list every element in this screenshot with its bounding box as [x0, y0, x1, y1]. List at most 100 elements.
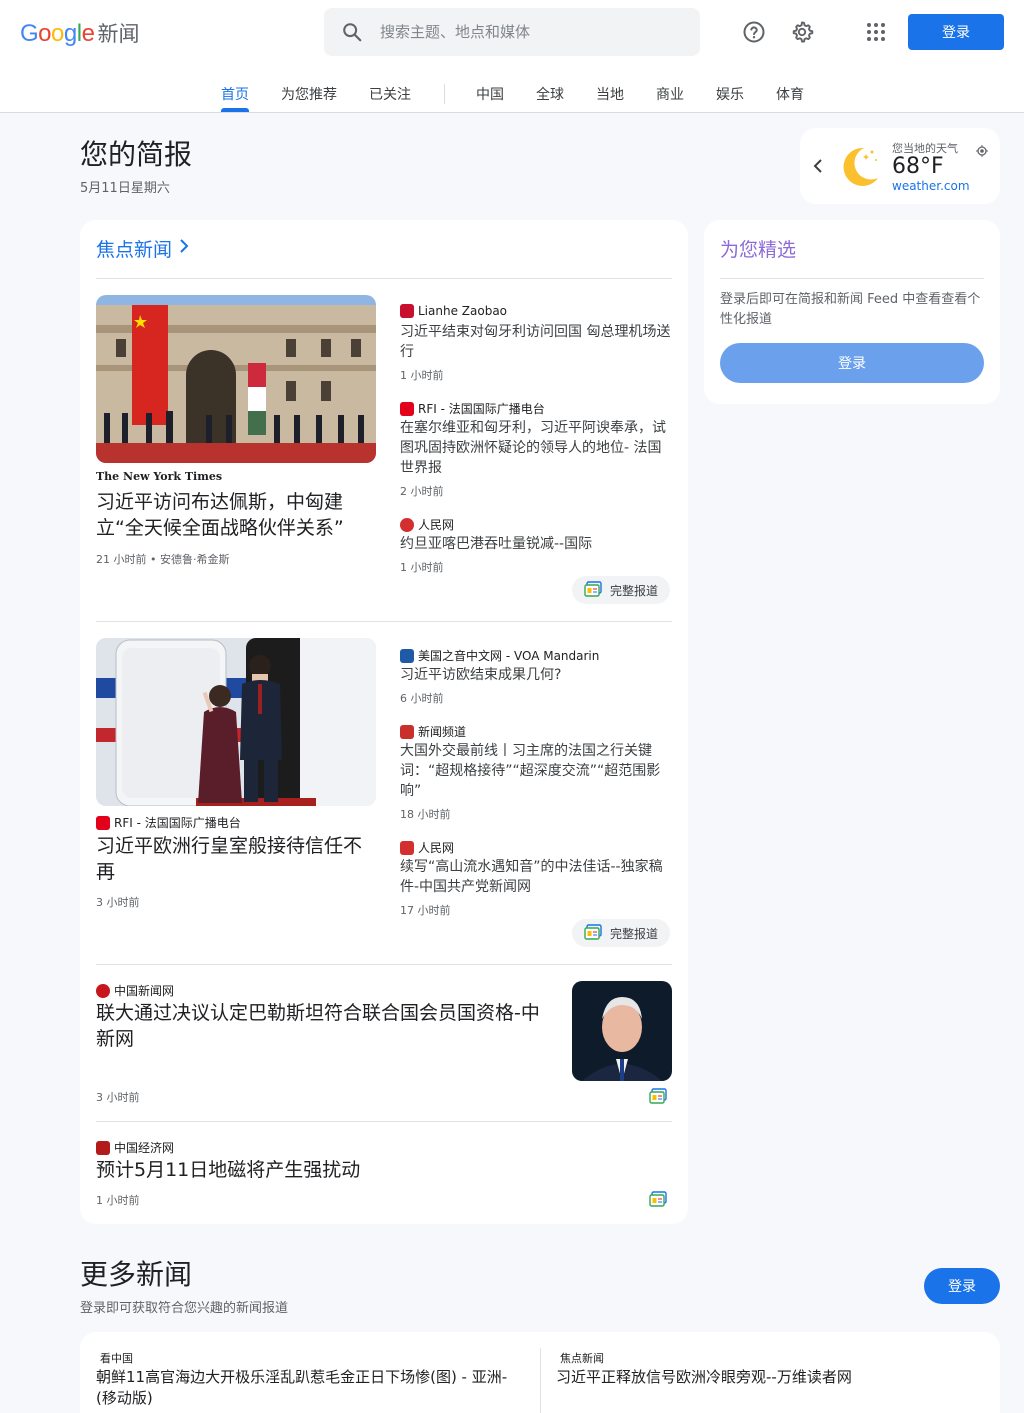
story1-related-2[interactable]: 在塞尔维亚和匈牙利，习近平阿谀奉承，试图巩固持欧洲怀疑论的领导人的地位- 法国世… — [400, 418, 672, 478]
story-image-portrait[interactable] — [572, 981, 672, 1081]
full-coverage-button-1[interactable]: 完整报道 — [572, 576, 671, 604]
tab-sports[interactable]: 体育 — [776, 84, 804, 104]
publisher-ce-cn[interactable]: 中国经济网 — [96, 1139, 174, 1156]
tab-for-you[interactable]: 为您推荐 — [281, 84, 337, 104]
full-coverage-icon[interactable] — [649, 1088, 667, 1108]
headline-story1[interactable]: 习近平访问布达佩斯，中匈建立“全天候全面战略伙伴关系” — [96, 489, 380, 541]
picks-description: 登录后即可在简报和新闻 Feed 中查看查看个性化报道 — [720, 292, 981, 327]
full-coverage-button-2[interactable]: 完整报道 — [572, 919, 671, 947]
headline-story4[interactable]: 预计5月11日地磁将产生强扰动 — [96, 1157, 556, 1183]
peoples-daily-logo-icon — [400, 517, 414, 532]
column-divider — [540, 1348, 541, 1413]
help-icon[interactable] — [738, 16, 770, 48]
publisher-rfi-2[interactable]: RFI - 法国国际广播电台 — [96, 814, 241, 831]
divider — [96, 1121, 672, 1122]
story4-time: 1 小时前 — [96, 1194, 140, 1207]
story-image-budapest[interactable] — [96, 295, 376, 463]
weather-widget[interactable]: 您当地的天气 68°F weather.com — [800, 128, 1000, 204]
active-tab-indicator — [221, 108, 249, 112]
publisher-voa[interactable]: 美国之音中文网 - VOA Mandarin — [400, 647, 599, 664]
tab-divider — [444, 84, 445, 104]
story1-related-3[interactable]: 约旦亚喀巴港吞吐量锐减--国际 — [400, 534, 672, 554]
briefing-date: 5月11日星期六 — [80, 181, 170, 196]
settings-gear-icon[interactable] — [786, 16, 818, 48]
publisher-rfi[interactable]: RFI - 法国国际广播电台 — [400, 400, 545, 417]
tab-following[interactable]: 已关注 — [369, 84, 411, 104]
tab-home[interactable]: 首页 — [221, 84, 249, 104]
cpc-news-logo-icon — [400, 840, 414, 855]
story1-related-1[interactable]: 习近平结束对匈牙利访问回国 匈总理机场送行 — [400, 322, 672, 362]
divider — [96, 964, 672, 965]
story1-time: 21 小时前 • 安德鲁·希金斯 — [96, 553, 230, 566]
chinanews-logo-icon — [96, 983, 110, 998]
search-box[interactable] — [324, 8, 700, 56]
chevron-right-icon — [178, 237, 190, 260]
google-wordmark: Google — [20, 20, 95, 47]
story1-related-3-time: 1 小时前 — [400, 561, 444, 574]
story2-related-1[interactable]: 习近平访欧结束成果几何? — [400, 665, 672, 685]
picks-sign-in-button[interactable]: 登录 — [720, 343, 984, 383]
more-news-headline-2[interactable]: 习近平正释放信号欧洲冷眼旁观--万维读者网 — [556, 1367, 976, 1388]
more-news-subtitle: 登录即可获取符合您兴趣的新闻报道 — [80, 1301, 289, 1316]
lianhe-zaobao-logo-icon — [400, 304, 414, 318]
publisher-news-channel[interactable]: 新闻频道 — [400, 723, 466, 740]
rfi-logo-icon — [96, 815, 110, 830]
more-news-tag-1: 看中国 — [100, 1352, 133, 1365]
location-icon[interactable] — [976, 142, 988, 161]
voa-logo-icon — [400, 648, 414, 663]
full-coverage-icon — [584, 580, 602, 600]
chevron-left-icon[interactable] — [812, 156, 824, 180]
top-stories-heading[interactable]: 焦点新闻 — [96, 235, 190, 262]
tab-world[interactable]: 全球 — [536, 84, 564, 104]
story1-related-2-time: 2 小时前 — [400, 485, 444, 498]
search-input[interactable] — [380, 23, 660, 41]
moon-weather-icon — [836, 142, 884, 194]
tab-business[interactable]: 商业 — [656, 84, 684, 104]
headline-story3[interactable]: 联大通过决议认定巴勒斯坦符合联合国会员国资格-中新网 — [96, 1000, 556, 1052]
story-image-airplane[interactable] — [96, 638, 376, 806]
divider — [96, 621, 672, 622]
top-app-bar: Google 新闻 登录 首页 为您推荐 已关注 中国 全球 当地 商业 娱乐 … — [0, 0, 1024, 113]
more-news-card: 看中国 朝鲜11高官海边大开极乐淫乱趴惹毛金正日下场惨(图) - 亚洲- (移动… — [80, 1332, 1000, 1413]
story2-related-3-time: 17 小时前 — [400, 904, 451, 917]
rfi-logo-icon — [400, 401, 414, 416]
more-news-title: 更多新闻 — [80, 1258, 193, 1291]
picks-title: 为您精选 — [720, 239, 797, 261]
publisher-nyt[interactable]: The New York Times — [96, 470, 222, 483]
publisher-chinanews[interactable]: 中国新闻网 — [96, 982, 174, 999]
story1-related-1-time: 1 小时前 — [400, 369, 444, 382]
tab-entertainment[interactable]: 娱乐 — [716, 84, 744, 104]
news-wordmark: 新闻 — [97, 22, 140, 46]
weather-temperature: 68°F — [892, 154, 944, 179]
story2-time: 3 小时前 — [96, 896, 140, 909]
more-news-headline-1[interactable]: 朝鲜11高官海边大开极乐淫乱趴惹毛金正日下场惨(图) - 亚洲- (移动版) — [96, 1367, 516, 1409]
news-channel-logo-icon — [400, 724, 414, 739]
publisher-peoples-daily[interactable]: 人民网 — [400, 516, 454, 533]
tab-china[interactable]: 中国 — [476, 84, 504, 104]
google-news-logo[interactable]: Google 新闻 — [20, 18, 139, 48]
divider — [720, 278, 984, 279]
story3-time: 3 小时前 — [96, 1091, 140, 1104]
publisher-peoples-daily-2[interactable]: 人民网 — [400, 839, 454, 856]
story2-related-3[interactable]: 续写“高山流水遇知音”的中法佳话--独家稿件-中国共产党新闻网 — [400, 857, 672, 897]
briefing-title: 您的简报 — [80, 138, 193, 171]
weather-source-link[interactable]: weather.com — [892, 179, 970, 193]
more-news-tag-2: 焦点新闻 — [560, 1352, 604, 1365]
picks-for-you-card: 为您精选 登录后即可在简报和新闻 Feed 中查看查看个性化报道 登录 — [704, 220, 1000, 404]
story2-related-2[interactable]: 大国外交最前线丨习主席的法国之行关键词：“超规格接待”“超深度交流”“超范围影响… — [400, 741, 672, 801]
publisher-lianhe-zaobao[interactable]: Lianhe Zaobao — [400, 304, 507, 318]
story2-related-2-time: 18 小时前 — [400, 808, 451, 821]
full-coverage-icon — [584, 923, 602, 943]
tab-local[interactable]: 当地 — [596, 84, 624, 104]
ce-cn-logo-icon — [96, 1140, 110, 1155]
search-icon[interactable] — [324, 21, 380, 43]
divider — [96, 278, 672, 279]
sign-in-button[interactable]: 登录 — [908, 14, 1004, 50]
apps-grid-icon[interactable] — [860, 16, 892, 48]
section-tabs: 首页 为您推荐 已关注 中国 全球 当地 商业 娱乐 体育 — [0, 80, 1024, 112]
top-stories-card: 焦点新闻 The New York Times 习近平访问布达佩斯，中匈建立“全… — [80, 220, 688, 1224]
more-news-sign-in-button[interactable]: 登录 — [924, 1268, 1000, 1304]
full-coverage-icon[interactable] — [649, 1191, 667, 1211]
headline-story2[interactable]: 习近平欧洲行皇室般接待信任不再 — [96, 833, 380, 885]
story2-related-1-time: 6 小时前 — [400, 692, 444, 705]
